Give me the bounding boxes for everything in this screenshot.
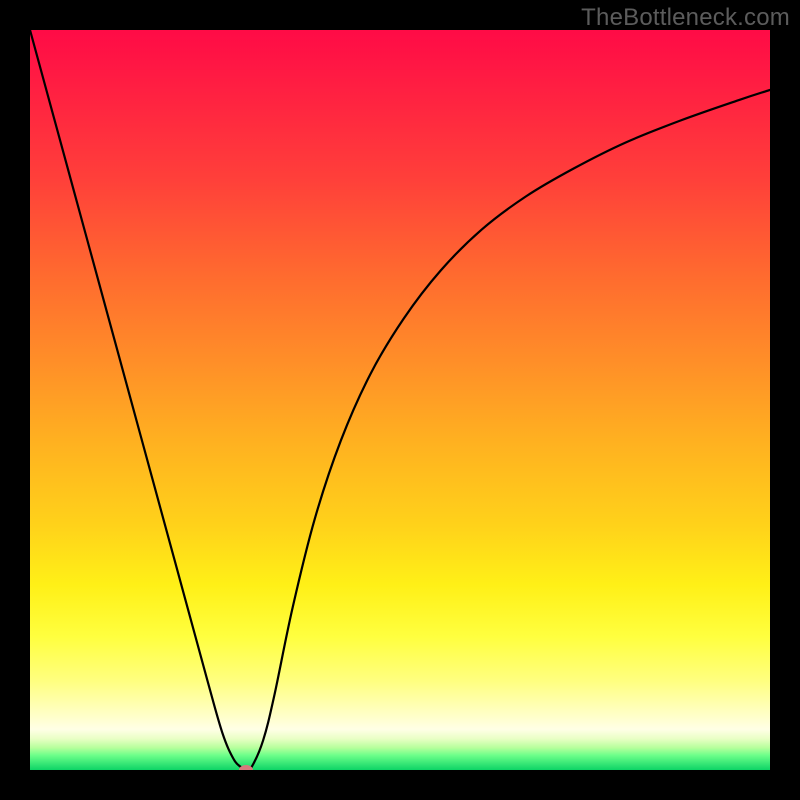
plot-area [30,30,770,770]
bottleneck-curve-path [30,30,770,770]
chart-frame: TheBottleneck.com [0,0,800,800]
nadir-marker [239,765,253,770]
watermark-text: TheBottleneck.com [581,4,790,32]
curve-svg [30,30,770,770]
